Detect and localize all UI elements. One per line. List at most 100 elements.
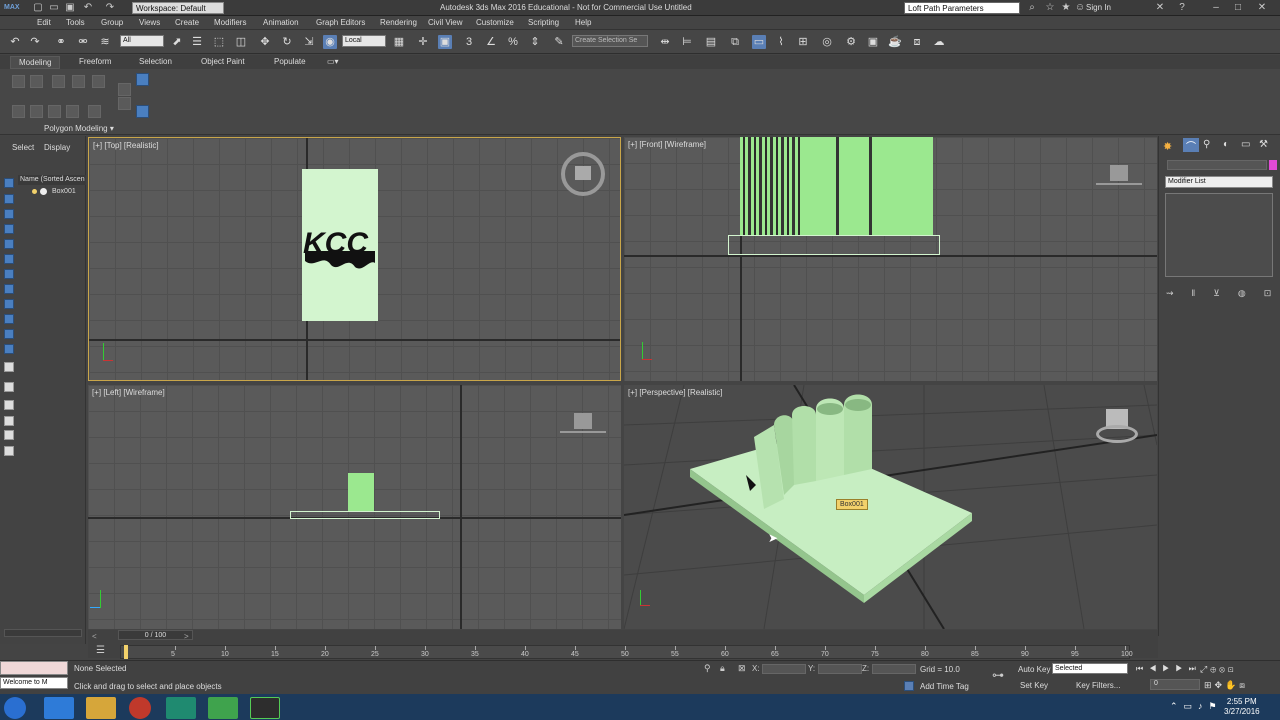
toggle-ribbon-icon[interactable]: ▭ [752, 35, 766, 49]
ribbon-tool-button[interactable] [118, 83, 131, 96]
current-frame-field[interactable]: 0 [1150, 679, 1200, 690]
menu-rendering[interactable]: Rendering [380, 18, 417, 27]
sign-in-link[interactable]: Sign In [1086, 3, 1111, 12]
options-icon[interactable] [4, 446, 14, 456]
user-icon[interactable]: ☺ [1074, 2, 1086, 14]
schematic-view-icon[interactable]: ⊞ [796, 35, 810, 49]
z-coordinate-field[interactable] [872, 664, 916, 674]
box001-left-wireframe[interactable] [290, 511, 440, 519]
ribbon-tool-button[interactable] [12, 105, 25, 118]
keyboard-shortcut-override-icon[interactable]: ▣ [438, 35, 452, 49]
key-filters-button[interactable]: Key Filters... [1076, 681, 1120, 690]
viewport-label-left[interactable]: [+] [Left] [Wireframe] [92, 388, 165, 397]
viewport-left[interactable]: [+] [Left] [Wireframe] [88, 385, 621, 629]
invert-display-icon[interactable] [4, 400, 14, 410]
ribbon-tool-button[interactable] [136, 105, 149, 118]
tab-object-paint[interactable]: Object Paint [198, 57, 248, 66]
filter-bones-icon[interactable] [4, 299, 14, 309]
3dsmax-taskbar-icon[interactable] [166, 697, 196, 719]
add-time-tag[interactable]: Add Time Tag [920, 682, 969, 691]
ribbon-tool-button[interactable] [72, 75, 85, 88]
render-setup-icon[interactable]: ⚙ [844, 35, 858, 49]
internet-explorer-icon[interactable] [44, 697, 74, 719]
move-icon[interactable]: ✥ [258, 35, 272, 49]
tab-modeling[interactable]: Modeling [10, 56, 61, 69]
undo-icon[interactable]: ↶ [82, 2, 94, 14]
find-icon[interactable] [4, 416, 14, 426]
filter-xrefs-icon[interactable] [4, 284, 14, 294]
menu-graph-editors[interactable]: Graph Editors [316, 18, 365, 27]
menu-animation[interactable]: Animation [263, 18, 299, 27]
pivot-center-icon[interactable]: ▦ [392, 35, 406, 49]
modifier-stack[interactable] [1165, 193, 1273, 277]
help-icon[interactable]: ? [1176, 2, 1188, 14]
auto-key-mode-dropdown[interactable]: Selected [1052, 663, 1128, 674]
next-frame-icon[interactable]: > [184, 632, 189, 641]
camtasia-icon[interactable] [208, 697, 238, 719]
modify-tab-icon[interactable]: ⌒ [1183, 138, 1199, 153]
angle-snap-icon[interactable]: ∠ [484, 35, 498, 49]
link-icon[interactable]: ⚭ [54, 35, 68, 49]
filter-shapes-icon[interactable] [4, 194, 14, 204]
star-icon[interactable]: ☆ [1044, 2, 1056, 14]
spinner-snap-icon[interactable]: ⇕ [528, 35, 542, 49]
menu-customize[interactable]: Customize [476, 18, 514, 27]
create-tab-icon[interactable]: ✸ [1163, 140, 1172, 153]
scene-item-box001[interactable]: Box001 [52, 188, 76, 195]
y-coordinate-field[interactable] [818, 664, 862, 674]
exchange-icon[interactable]: ✕ [1154, 2, 1166, 14]
ribbon-tool-button[interactable] [30, 75, 43, 88]
viewport-nav-controls-2[interactable]: ⊞✥✋⧈ [1204, 680, 1248, 691]
binoculars-icon[interactable]: ⌕ [1026, 2, 1038, 14]
filter-geometry-icon[interactable] [4, 178, 14, 188]
menu-modifiers[interactable]: Modifiers [214, 18, 246, 27]
selection-filter-dropdown[interactable]: All [120, 35, 164, 47]
ribbon-tool-button[interactable] [30, 105, 43, 118]
taskbar-clock[interactable]: 2:55 PM 3/27/2016 [1224, 697, 1260, 717]
tab-selection[interactable]: Selection [136, 57, 175, 66]
box001-front-wireframe[interactable] [728, 235, 940, 255]
viewcube-icon[interactable] [1110, 165, 1128, 181]
start-button-icon[interactable] [4, 697, 26, 719]
selection-lock-icon[interactable]: 🔒︎ [720, 663, 725, 674]
viewcube-face[interactable] [575, 166, 591, 180]
viewport-label-front[interactable]: [+] [Front] [Wireframe] [628, 140, 706, 149]
menu-create[interactable]: Create [175, 18, 199, 27]
edit-named-selections-icon[interactable]: ✎ [552, 35, 566, 49]
rendered-frame-window-icon[interactable]: ▣ [866, 35, 880, 49]
viewport-nav-controls[interactable]: ⤢⊕⊗⊡ [1200, 664, 1237, 675]
viewport-label-top[interactable]: [+] [Top] [Realistic] [93, 141, 159, 150]
motion-tab-icon[interactable]: ◐ [1223, 139, 1229, 150]
named-selection-set-dropdown[interactable]: Create Selection Se [572, 35, 648, 47]
polygon-modeling-dropdown[interactable]: Polygon Modeling ▾ [44, 124, 114, 133]
lightbulb-icon[interactable] [32, 189, 37, 194]
close-icon[interactable]: ✕ [1256, 2, 1268, 14]
mini-curve-editor-icon[interactable]: ☰ [96, 645, 105, 656]
redo-icon[interactable]: ↷ [104, 2, 116, 14]
align-icon[interactable]: ⊨ [680, 35, 694, 49]
ribbon-tool-button[interactable] [12, 75, 25, 88]
reference-coordinate-dropdown[interactable]: Local [342, 35, 386, 47]
snaps-toggle-icon[interactable]: 3 [462, 35, 476, 49]
filter-lights-icon[interactable] [4, 209, 14, 219]
sync-selection-icon[interactable] [4, 430, 14, 440]
material-editor-icon[interactable]: ◎ [820, 35, 834, 49]
name-column-header[interactable]: Name (Sorted Ascen [18, 175, 86, 185]
tab-populate[interactable]: Populate [271, 57, 309, 66]
recorder-icon[interactable] [250, 697, 280, 719]
ribbon-tool-button[interactable] [48, 105, 61, 118]
ribbon-tool-button[interactable] [118, 97, 131, 110]
filter-helpers-icon[interactable] [4, 239, 14, 249]
viewport-front[interactable]: [+] [Front] [Wireframe] [624, 137, 1157, 381]
object-name-field[interactable] [1167, 160, 1267, 170]
ribbon-tool-button[interactable] [92, 75, 105, 88]
scale-icon[interactable]: ⇲ [302, 35, 316, 49]
timeline-ruler[interactable]: 5 10 15 20 25 30 35 40 45 50 55 60 65 70 75 80 85 90 95 100 [120, 645, 1133, 659]
save-file-icon[interactable]: ▣ [64, 2, 76, 14]
place-icon[interactable]: ◉ [323, 35, 337, 49]
curve-editor-icon[interactable]: ⌇ [774, 35, 788, 49]
menu-scripting[interactable]: Scripting [528, 18, 559, 27]
utilities-tab-icon[interactable]: ⚒ [1259, 139, 1268, 150]
prev-frame-icon[interactable]: < [92, 632, 97, 641]
hierarchy-tab-icon[interactable]: ⚲ [1203, 139, 1210, 150]
